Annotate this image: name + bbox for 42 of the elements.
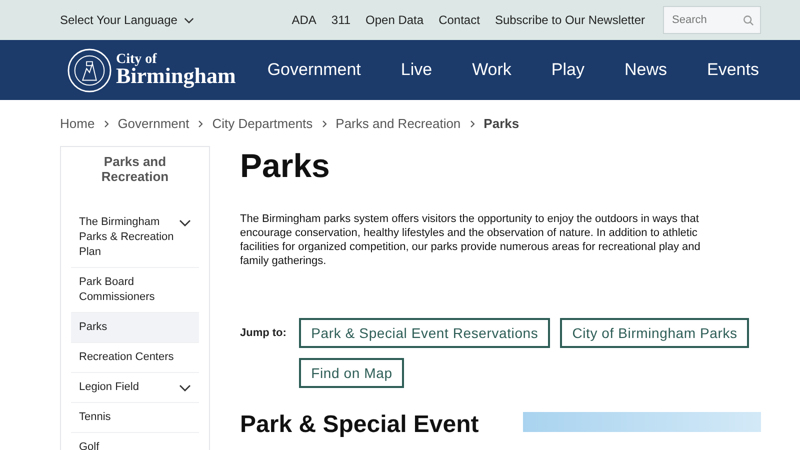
nav-link[interactable]: Events	[707, 60, 759, 80]
chevron-right-icon	[198, 120, 204, 128]
breadcrumb-link[interactable]: Home	[60, 116, 95, 131]
utility-link[interactable]: ADA	[292, 13, 316, 27]
nav-link[interactable]: Play	[551, 60, 584, 80]
jump-link-button[interactable]: Park & Special Event Reservations	[299, 318, 550, 348]
breadcrumb-link[interactable]: Parks and Recreation	[336, 116, 461, 131]
sidebar-item[interactable]: Parks	[71, 313, 199, 343]
sidebar-item[interactable]: Legion Field	[71, 373, 199, 403]
sidebar-title: Parks and Recreation	[100, 154, 170, 184]
city-logo[interactable]: City of Birmingham	[67, 48, 236, 92]
city-seal-icon	[67, 48, 112, 92]
nav-link[interactable]: News	[624, 60, 668, 80]
breadcrumb-link[interactable]: Government	[118, 116, 190, 131]
sidebar-item[interactable]: The Birmingham Parks & Recreation Plan	[71, 208, 199, 268]
nav-link[interactable]: Live	[400, 60, 432, 80]
utility-link[interactable]: Open Data	[366, 13, 424, 27]
utility-link[interactable]: Contact	[438, 13, 480, 27]
breadcrumb-link[interactable]: City Departments	[212, 116, 313, 131]
chevron-right-icon	[470, 120, 475, 128]
jump-link-button[interactable]: City of Birmingham Parks	[560, 318, 750, 348]
sidebar-item[interactable]: Golf	[71, 433, 199, 450]
intro-paragraph: The Birmingham parks system offers visitors the opportunity to enjoy the outdoors in ways that encourage conservation, healthy lifestyles and the observation of nature. In addition to athletic facilities for organized competition, our parks provide numerous areas for recreational play and family gatherings.	[240, 212, 702, 268]
sidebar-item[interactable]: Tennis	[71, 403, 199, 433]
breadcrumb-current: Parks	[484, 116, 520, 131]
chevron-down-icon[interactable]	[179, 384, 191, 392]
page-title: Parks	[240, 146, 331, 186]
sidebar-item[interactable]: Recreation Centers	[71, 343, 199, 373]
chevron-down-icon[interactable]	[179, 219, 191, 227]
jump-label: Jump to:	[240, 327, 288, 339]
nav-link[interactable]: Government	[267, 60, 361, 80]
search-field[interactable]: Search	[663, 6, 761, 34]
jump-link-button[interactable]: Find on Map	[299, 358, 404, 388]
utility-link[interactable]: Subscribe to Our Newsletter	[494, 13, 645, 27]
utility-link[interactable]: 311	[331, 13, 351, 27]
nav-link[interactable]: Work	[472, 60, 512, 80]
chevron-right-icon	[104, 120, 109, 128]
language-selector[interactable]: Select Your Language	[60, 13, 194, 27]
section-heading: Park & Special Event	[240, 412, 480, 438]
chevron-right-icon	[322, 120, 327, 128]
chevron-down-icon	[184, 16, 194, 24]
search-icon	[743, 15, 754, 26]
